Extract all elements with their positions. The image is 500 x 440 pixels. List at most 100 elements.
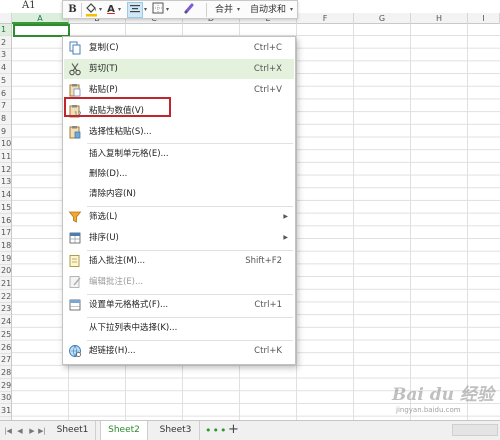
mini-toolbar: B ▾ A ▾ ▾ ▾ 合并 ▾ 自动求和 ▾ — [62, 0, 298, 19]
first-sheet-icon[interactable]: |◀ — [3, 425, 13, 437]
row-header[interactable]: 30 — [0, 392, 11, 405]
align-center-icon — [130, 5, 140, 13]
menu-item-copy[interactable]: 复制(C) Ctrl+C — [64, 38, 294, 58]
column-header-h[interactable]: H — [411, 13, 468, 24]
row-header[interactable]: 15 — [0, 202, 11, 214]
menu-item-label: 选择性粘贴(S)... — [89, 127, 152, 137]
row-header[interactable]: 16 — [0, 215, 11, 227]
row-header[interactable]: 1 — [0, 24, 11, 36]
context-menu: 复制(C) Ctrl+C 剪切(T) Ctrl+X 粘贴(P) Ctrl+V 1… — [62, 36, 296, 365]
menu-item-label: 编辑批注(E)... — [89, 277, 144, 287]
merge-dropdown-icon[interactable]: ▾ — [237, 2, 240, 18]
toolbar-divider — [81, 3, 82, 17]
row-header[interactable]: 13 — [0, 176, 11, 189]
name-box[interactable]: A1 — [22, 0, 36, 12]
paste-special-icon — [69, 126, 81, 139]
borders-button[interactable] — [151, 2, 165, 18]
sheet-tab-sheet2[interactable]: Sheet2 — [100, 421, 148, 440]
menu-item-cut[interactable]: 剪切(T) Ctrl+X — [64, 59, 294, 79]
row-header[interactable]: 8 — [0, 113, 11, 125]
menu-item-paste-values[interactable]: 12 粘贴为数值(V) — [64, 101, 294, 121]
merge-button[interactable]: 合并 — [211, 2, 237, 18]
add-sheet-icon[interactable]: + — [228, 421, 239, 440]
row-header[interactable]: 9 — [0, 126, 11, 138]
align-dropdown-icon[interactable]: ▾ — [144, 2, 147, 18]
prev-sheet-icon[interactable]: ◀ — [15, 425, 25, 437]
menu-shortcut: Ctrl+K — [254, 346, 282, 356]
row-header[interactable]: 17 — [0, 227, 11, 240]
select-all-corner[interactable] — [0, 13, 12, 24]
row-header[interactable]: 26 — [0, 342, 11, 354]
row-header[interactable]: 22 — [0, 291, 11, 303]
next-sheet-icon[interactable]: ▶ — [27, 425, 37, 437]
menu-item-label: 超链接(H)... — [89, 346, 136, 356]
row-header[interactable]: 12 — [0, 164, 11, 176]
submenu-arrow-icon: ▶ — [283, 234, 288, 241]
more-sheets-icon[interactable]: ••• — [205, 421, 227, 440]
row-header-bar: 1 2 3 4 5 6 7 8 9 10 11 12 13 14 15 16 1… — [0, 24, 12, 420]
format-painter-icon — [183, 3, 193, 14]
row-header[interactable]: 27 — [0, 354, 11, 367]
menu-item-label: 从下拉列表中选择(K)... — [89, 323, 178, 333]
menu-item-pick-from-list[interactable]: 从下拉列表中选择(K)... — [64, 318, 294, 338]
font-color-button[interactable]: A — [105, 2, 117, 18]
row-header[interactable]: 25 — [0, 329, 11, 341]
column-header-g[interactable]: G — [354, 13, 411, 24]
row-header[interactable]: 31 — [0, 405, 11, 417]
autosum-button[interactable]: 自动求和 — [246, 2, 290, 18]
menu-item-label: 粘贴(P) — [89, 85, 118, 95]
row-header[interactable]: 14 — [0, 189, 11, 202]
fill-color-button[interactable] — [84, 2, 98, 18]
sheet-tab-sheet1[interactable]: Sheet1 — [50, 421, 96, 440]
row-header[interactable]: 3 — [0, 49, 11, 62]
borders-icon — [152, 2, 164, 14]
menu-item-insert-comment[interactable]: 插入批注(M)... Shift+F2 — [64, 251, 294, 271]
menu-item-paste-special[interactable]: 选择性粘贴(S)... — [64, 122, 294, 142]
row-header[interactable]: 4 — [0, 62, 11, 75]
menu-item-format-cells[interactable]: 设置单元格格式(F)... Ctrl+1 — [64, 295, 294, 315]
row-header[interactable]: 6 — [0, 88, 11, 100]
menu-item-label: 排序(U) — [89, 233, 119, 243]
row-header[interactable]: 28 — [0, 367, 11, 379]
row-header[interactable]: 5 — [0, 75, 11, 87]
borders-dropdown-icon[interactable]: ▾ — [166, 2, 169, 18]
watermark-url: jingyan.baidu.com — [396, 406, 461, 414]
autosum-dropdown-icon[interactable]: ▾ — [290, 2, 293, 18]
row-header[interactable]: 2 — [0, 37, 11, 49]
menu-item-label: 插入批注(M)... — [89, 256, 146, 266]
menu-item-hyperlink[interactable]: 超链接(H)... Ctrl+K — [64, 341, 294, 361]
menu-item-delete[interactable]: 删除(D)... — [64, 164, 294, 184]
format-painter-button[interactable] — [181, 2, 197, 18]
row-header[interactable]: 11 — [0, 151, 11, 163]
row-header[interactable]: 7 — [0, 100, 11, 113]
sheet-tab-sheet3[interactable]: Sheet3 — [152, 421, 200, 440]
column-header-f[interactable]: F — [297, 13, 354, 24]
menu-shortcut: Shift+F2 — [245, 256, 282, 266]
menu-item-clear-contents[interactable]: 清除内容(N) — [64, 184, 294, 204]
horizontal-scrollbar[interactable] — [452, 424, 498, 436]
menu-shortcut: Ctrl+V — [253, 85, 282, 95]
row-header[interactable]: 23 — [0, 303, 11, 316]
copy-icon — [69, 41, 81, 55]
menu-shortcut: Ctrl+X — [253, 64, 282, 74]
row-header[interactable]: 19 — [0, 253, 11, 265]
menu-item-paste[interactable]: 粘贴(P) Ctrl+V — [64, 80, 294, 100]
column-header-a[interactable]: A — [12, 13, 69, 24]
row-header[interactable]: 20 — [0, 265, 11, 278]
menu-shortcut: Ctrl+1 — [254, 300, 282, 310]
menu-item-filter[interactable]: 筛选(L) ▶ — [64, 207, 294, 227]
row-header[interactable]: 29 — [0, 380, 11, 392]
row-header[interactable]: 18 — [0, 240, 11, 252]
font-color-dropdown-icon[interactable]: ▾ — [118, 2, 121, 18]
align-center-button[interactable] — [127, 2, 143, 18]
row-header[interactable]: 10 — [0, 138, 11, 151]
bold-button[interactable]: B — [66, 2, 79, 18]
menu-item-label: 设置单元格格式(F)... — [89, 300, 169, 310]
fill-color-dropdown-icon[interactable]: ▾ — [99, 2, 102, 18]
menu-item-insert-copied-cells[interactable]: 插入复制单元格(E)... — [64, 144, 294, 164]
last-sheet-icon[interactable]: ▶| — [37, 425, 47, 437]
menu-item-sort[interactable]: 排序(U) ▶ — [64, 228, 294, 248]
row-header[interactable]: 21 — [0, 278, 11, 290]
column-header-i[interactable]: I — [468, 13, 500, 24]
row-header[interactable]: 24 — [0, 316, 11, 329]
